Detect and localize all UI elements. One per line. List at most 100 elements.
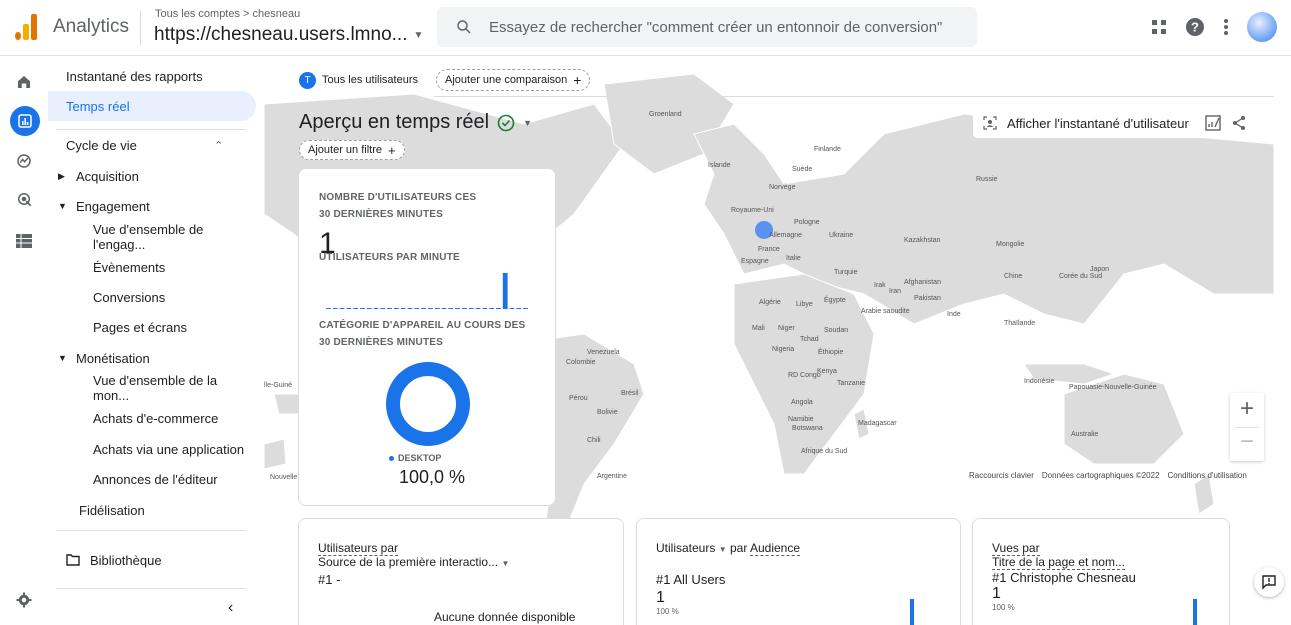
dimension-selector[interactable]: Source de la première interactio... ▼	[318, 555, 509, 571]
minute-bar[interactable]	[509, 308, 515, 309]
nav-label: Temps réel	[66, 98, 130, 114]
minute-bar[interactable]	[346, 308, 352, 309]
explore-icon[interactable]	[12, 149, 36, 173]
feedback-button[interactable]	[1254, 567, 1284, 597]
nav-events[interactable]: Évènements	[48, 252, 256, 282]
minute-bar[interactable]	[380, 308, 386, 309]
chevron-down-icon[interactable]: ▼	[719, 545, 727, 554]
metric-selector[interactable]: Utilisateurs par	[318, 541, 399, 556]
minute-bar[interactable]	[482, 308, 488, 309]
minute-bar[interactable]	[468, 308, 474, 309]
minute-bar[interactable]	[394, 308, 399, 309]
minute-bar[interactable]	[366, 308, 372, 309]
user-snapshot-button[interactable]: Afficher l'instantané d'utilisateur	[973, 108, 1257, 138]
users-per-minute-chart[interactable]	[325, 269, 529, 313]
search-bar[interactable]: Essayez de rechercher "comment créer un …	[437, 7, 977, 47]
nav-publisher-ads[interactable]: Annonces de l'éditeur	[48, 464, 256, 494]
map-label: Russie	[976, 176, 998, 183]
property-selector[interactable]: https://chesneau.users.lmno... ▼	[154, 24, 423, 46]
minute-bar[interactable]	[353, 308, 358, 309]
nav-retention[interactable]: Fidélisation	[48, 495, 256, 525]
map-label: Norvège	[769, 184, 796, 191]
minute-bar[interactable]	[502, 273, 508, 309]
donut-slice-desktop[interactable]	[386, 362, 470, 446]
audience-chip[interactable]: T Tous les utilisateurs	[296, 69, 426, 91]
minute-bar[interactable]	[448, 308, 454, 309]
advertising-icon[interactable]	[12, 187, 36, 211]
nav-library[interactable]: Bibliothèque	[48, 545, 256, 575]
minute-bar[interactable]	[489, 308, 494, 309]
nav-acquisition[interactable]: ▶ Acquisition	[48, 161, 256, 191]
nav-engagement[interactable]: ▼ Engagement	[48, 191, 256, 221]
terms-link[interactable]: Conditions d'utilisation	[1167, 471, 1246, 480]
minute-bar[interactable]	[462, 308, 467, 309]
help-icon[interactable]: ?	[1185, 17, 1205, 37]
top-count: 1	[656, 589, 665, 606]
add-filter-button[interactable]: Ajouter un filtre +	[299, 140, 405, 160]
minute-bar[interactable]	[434, 308, 440, 309]
map-label: Suède	[792, 166, 812, 173]
nav-realtime[interactable]: Temps réel	[48, 91, 256, 121]
minute-bar[interactable]	[455, 308, 460, 309]
page-title: Aperçu en temps réel ▼	[299, 111, 532, 134]
minute-bar[interactable]	[496, 308, 501, 309]
account-breadcrumb[interactable]: Tous les comptes > chesneau	[155, 8, 300, 20]
zoom-out-button[interactable]: −	[1240, 428, 1254, 461]
map-label: Arabie saoudite	[861, 308, 910, 315]
logo-bar-mid	[23, 24, 29, 40]
minute-bar[interactable]	[332, 308, 338, 309]
more-vert-icon[interactable]	[1223, 18, 1229, 36]
nav-reports-snapshot[interactable]: Instantané des rapports	[48, 61, 256, 91]
home-icon[interactable]	[12, 70, 36, 94]
minute-bar[interactable]	[421, 308, 426, 309]
nav-label: Engagement	[76, 198, 150, 214]
minute-bar[interactable]	[407, 308, 413, 309]
map-label: Groenland	[649, 111, 682, 118]
reports-icon[interactable]	[10, 106, 40, 136]
minute-bar[interactable]	[339, 308, 345, 309]
minute-bar[interactable]	[428, 308, 433, 309]
minute-bar[interactable]	[400, 308, 406, 309]
nav-engagement-overview[interactable]: Vue d'ensemble de l'engag...	[48, 222, 256, 252]
minute-bar[interactable]	[360, 308, 365, 309]
minute-bar[interactable]	[373, 308, 379, 309]
minute-bar[interactable]	[387, 308, 392, 309]
folder-icon	[66, 554, 80, 566]
minute-bar[interactable]	[326, 308, 331, 309]
map-label: Éthiopie	[818, 347, 843, 356]
collapse-nav-icon[interactable]: ‹	[228, 599, 233, 617]
metric-selector[interactable]: Utilisateurs	[656, 541, 715, 555]
apps-grid-icon[interactable]	[1151, 19, 1167, 35]
minute-bar[interactable]	[516, 308, 522, 309]
nav-conversions[interactable]: Conversions	[48, 282, 256, 312]
analytics-logo[interactable]	[15, 14, 39, 40]
property-name: https://chesneau.users.lmno...	[154, 24, 408, 45]
minute-bar[interactable]	[414, 308, 420, 309]
check-circle-icon[interactable]	[497, 114, 515, 132]
metric-selector[interactable]: Vues par	[992, 541, 1040, 556]
minute-bar[interactable]	[523, 308, 528, 309]
device-category-donut[interactable]	[383, 359, 473, 449]
nav-pages-screens[interactable]: Pages et écrans	[48, 312, 256, 342]
nav-in-app-purchases[interactable]: Achats via une application	[48, 434, 256, 464]
realtime-users-card: NOMBRE D'UTILISATEURS CES 30 DERNIÈRES M…	[298, 168, 556, 506]
minute-bar[interactable]	[441, 308, 447, 309]
keyboard-shortcuts-link[interactable]: Raccourcis clavier	[969, 471, 1034, 480]
customize-report-icon[interactable]	[1205, 115, 1221, 131]
map-label: Afrique du Sud	[801, 448, 847, 455]
nav-monetization[interactable]: ▼ Monétisation	[48, 343, 256, 373]
nav-lifecycle[interactable]: Cycle de vie ⌃	[48, 130, 256, 160]
share-icon[interactable]	[1231, 115, 1247, 131]
chevron-down-icon[interactable]: ▼	[523, 118, 532, 128]
dimension-selector[interactable]: Titre de la page et nom...	[992, 555, 1125, 570]
gear-icon[interactable]	[12, 588, 36, 612]
zoom-in-button[interactable]: +	[1240, 393, 1254, 427]
dimension-selector[interactable]: Audience	[749, 541, 801, 556]
nav-monetization-overview[interactable]: Vue d'ensemble de la mon...	[48, 373, 256, 403]
table-icon[interactable]	[12, 229, 36, 253]
nav-label: Achats d'e-commerce	[93, 410, 219, 426]
avatar[interactable]	[1247, 12, 1277, 42]
nav-ecommerce-purchases[interactable]: Achats d'e-commerce	[48, 403, 256, 433]
minute-bar[interactable]	[475, 308, 481, 309]
add-comparison-button[interactable]: Ajouter une comparaison +	[436, 69, 591, 91]
